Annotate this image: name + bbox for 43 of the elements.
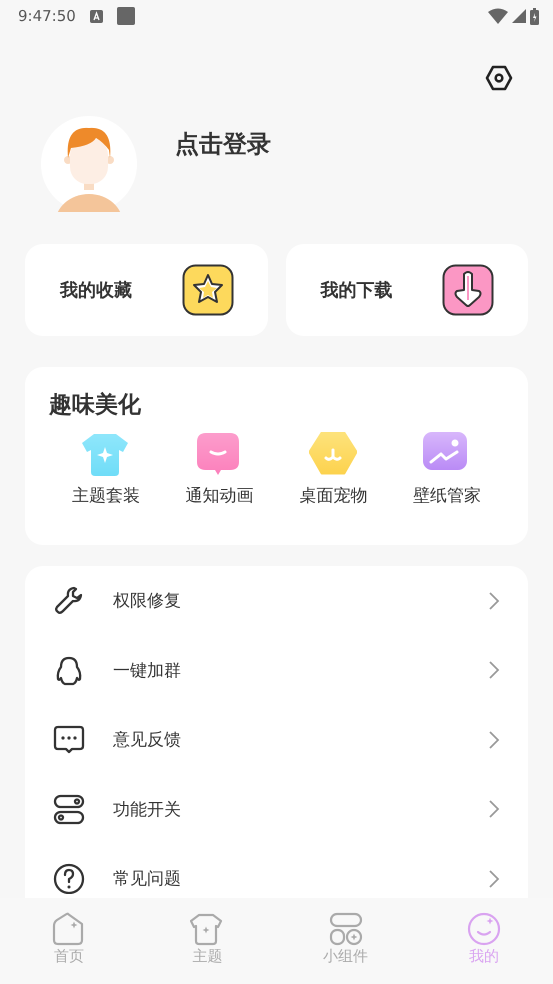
menu-item[interactable]: 一键加群 (25, 636, 528, 705)
menu-label: 一键加群 (113, 660, 182, 682)
chevron-right-icon (488, 660, 500, 680)
keyboard-icon (90, 10, 103, 22)
feature-item[interactable]: 壁纸管家 (390, 432, 504, 507)
square-icon (116, 7, 135, 25)
wifi-icon (488, 8, 508, 24)
feature-label: 壁纸管家 (413, 485, 482, 507)
feature-label: 通知动画 (186, 485, 254, 507)
feature-label: 桌面宠物 (299, 485, 368, 507)
chevron-right-icon (488, 730, 500, 750)
chat-icon (53, 724, 85, 756)
feature-item[interactable]: 桌面宠物 (276, 432, 390, 507)
menu-label: 意见反馈 (113, 729, 182, 752)
feature-item[interactable]: 主题套装 (49, 432, 163, 507)
toggle-icon (53, 794, 85, 825)
help-icon (53, 863, 85, 894)
smile-icon (466, 912, 501, 946)
signal-icon (512, 9, 526, 23)
section-title: 趣味美化 (49, 390, 141, 420)
menu-item[interactable]: 功能开关 (25, 774, 528, 844)
menu-item[interactable]: 意见反馈 (25, 705, 528, 774)
shirt-icon (190, 912, 224, 946)
widgets-icon (328, 912, 363, 946)
wrench-icon (53, 585, 85, 616)
status-time: 9:47:50 (18, 7, 76, 25)
login-link[interactable]: 点击登录 (175, 128, 271, 160)
chevron-right-icon (488, 799, 500, 820)
shirt-icon (82, 432, 130, 478)
menu-item[interactable]: 权限修复 (25, 566, 528, 636)
download-icon (442, 264, 494, 316)
chevron-right-icon (488, 590, 500, 611)
settings-icon[interactable] (485, 64, 513, 92)
menu-label: 权限修复 (113, 590, 182, 612)
battery-icon (530, 8, 539, 24)
menu-label: 常见问题 (113, 868, 182, 890)
menu-item[interactable]: 常见问题 (25, 844, 528, 898)
menu-label: 功能开关 (113, 798, 182, 821)
chevron-right-icon (488, 868, 500, 889)
favorites-card[interactable]: 我的收藏 (25, 244, 268, 336)
feature-item[interactable]: 通知动画 (162, 432, 276, 507)
feature-label: 主题套装 (72, 485, 140, 507)
downloads-card[interactable]: 我的下载 (286, 244, 528, 336)
